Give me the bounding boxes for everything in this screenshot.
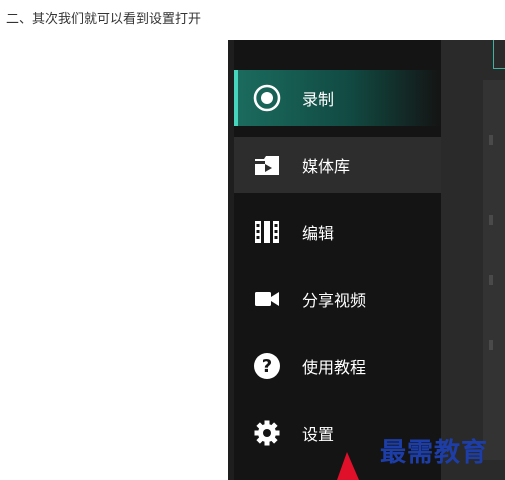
watermark-text: 最需教育 [380, 438, 489, 468]
content-marker [489, 340, 493, 350]
sidebar-item-media-library[interactable]: 媒体库 [234, 137, 441, 193]
media-library-icon [253, 151, 281, 179]
sidebar-item-label: 使用教程 [302, 358, 367, 377]
sidebar: 录制 媒体库 编辑 分享视频 ? 使用教程 设置 [234, 40, 441, 480]
sidebar-item-label: 录制 [302, 90, 335, 109]
video-camera-icon [253, 285, 281, 313]
tutorial-caption: 二、其次我们就可以看到设置打开 [6, 12, 202, 27]
svg-text:?: ? [262, 356, 272, 377]
sidebar-item-label: 设置 [302, 425, 335, 444]
sidebar-item-label: 媒体库 [302, 157, 351, 176]
red-arrow-pointer [337, 452, 359, 480]
content-panel [441, 40, 505, 480]
sidebar-item-label: 编辑 [302, 224, 335, 243]
content-marker [489, 135, 493, 145]
record-icon [253, 84, 281, 112]
content-marker [489, 215, 493, 225]
sidebar-item-tutorial[interactable]: ? 使用教程 [234, 338, 441, 394]
sidebar-item-share-video[interactable]: 分享视频 [234, 271, 441, 327]
help-icon: ? [253, 352, 281, 380]
sidebar-item-label: 分享视频 [302, 291, 367, 310]
gear-icon [253, 419, 281, 447]
content-strip [483, 80, 505, 460]
app-screenshot: 录制 媒体库 编辑 分享视频 ? 使用教程 设置 [228, 40, 505, 480]
content-top-box [493, 40, 505, 69]
sidebar-item-record[interactable]: 录制 [234, 70, 441, 126]
sidebar-item-edit[interactable]: 编辑 [234, 204, 441, 260]
content-marker [489, 275, 493, 285]
film-edit-icon [253, 218, 281, 246]
